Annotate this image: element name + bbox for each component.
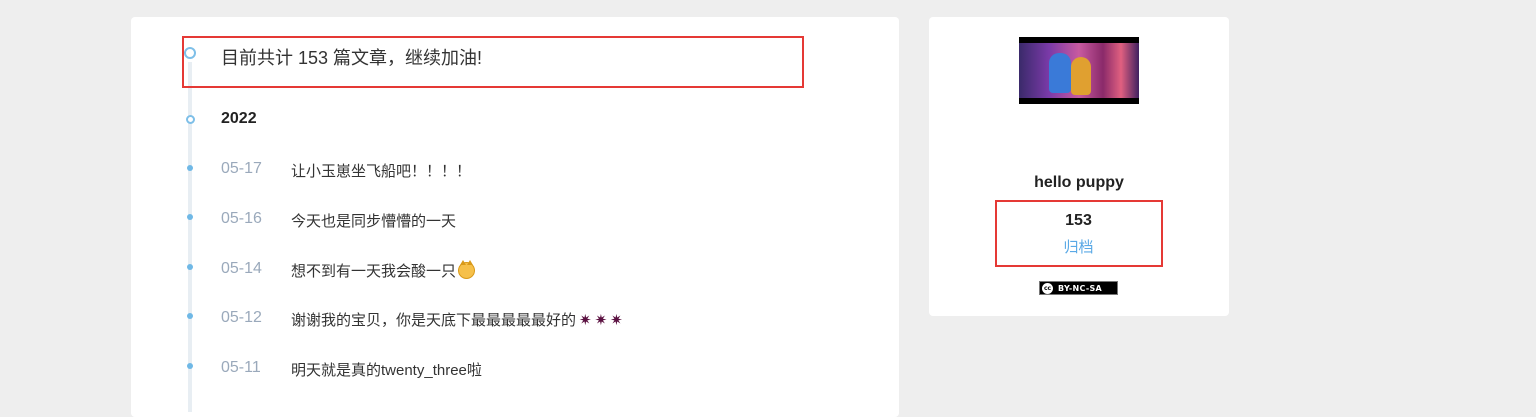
post-title-text: 想不到有一天我会酸一只 xyxy=(291,263,457,280)
archive-year: 2022 xyxy=(221,110,257,127)
timeline-post-dot xyxy=(187,363,193,369)
post-date: 05-12 xyxy=(221,309,262,326)
post-title-link[interactable]: 想不到有一天我会酸一只 xyxy=(291,260,476,281)
sparkle-icon: ✷ xyxy=(579,312,592,329)
post-date: 05-14 xyxy=(221,260,262,277)
post-title-text: 谢谢我的宝贝，你是天底下最最最最最好的 xyxy=(291,312,577,329)
avatar-figure xyxy=(1071,57,1091,95)
post-date: 05-17 xyxy=(221,160,262,177)
post-title-link[interactable]: 明天就是真的twenty_three啦 xyxy=(291,359,482,380)
timeline-post-dot xyxy=(187,264,193,270)
post-title-link[interactable]: 今天也是同步懵懵的一天 xyxy=(291,210,456,231)
sparkle-icon: ✷ xyxy=(594,312,608,329)
timeline-year-dot xyxy=(186,115,195,124)
post-title-text: 让小玉崽坐飞船吧！！！！ xyxy=(291,163,472,180)
avatar[interactable] xyxy=(1019,37,1139,104)
license-badge[interactable]: cc BY-NC-SA xyxy=(1039,281,1118,295)
avatar-figure xyxy=(1049,53,1071,93)
highlight-stats xyxy=(995,200,1163,267)
timeline-post-dot xyxy=(187,165,193,171)
post-title-link[interactable]: 谢谢我的宝贝，你是天底下最最最最最好的 ✷ ✷ ✷ xyxy=(291,309,623,330)
sparkle-icon: ✷ xyxy=(610,312,623,329)
post-date: 05-16 xyxy=(221,210,262,227)
post-title-text: 明天就是真的twenty_three啦 xyxy=(291,362,482,379)
avatar-image xyxy=(1019,43,1139,98)
timeline-post-dot xyxy=(187,214,193,220)
post-title-text: 今天也是同步懵懵的一天 xyxy=(291,213,457,230)
highlight-summary xyxy=(182,36,804,88)
post-date: 05-11 xyxy=(221,359,261,376)
timeline-post-dot xyxy=(187,313,193,319)
license-text: BY-NC-SA xyxy=(1058,283,1103,293)
post-title-link[interactable]: 让小玉崽坐飞船吧！！！！ xyxy=(291,160,471,181)
cc-icon: cc xyxy=(1042,282,1053,294)
cat-face-icon xyxy=(458,260,476,279)
profile-username: hello puppy xyxy=(1034,174,1124,191)
